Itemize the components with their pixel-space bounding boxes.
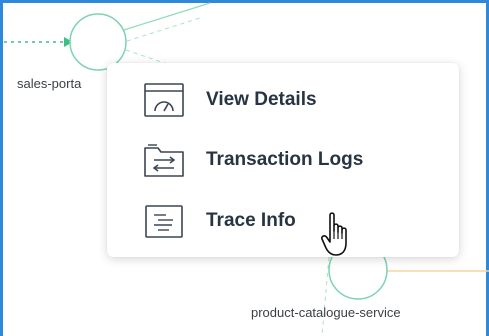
edge-outgoing-2 [126,17,201,42]
menu-item-label: View Details [206,89,317,110]
folder-arrows-icon [142,140,186,180]
hand-pointer-cursor-icon [321,212,347,256]
node-label-product-catalogue-service: product-catalogue-service [251,305,401,320]
edge-product-down [321,256,330,336]
context-menu: View Details Transaction Logs Trace Info [107,63,459,257]
menu-item-transaction-logs[interactable]: Transaction Logs [107,131,459,189]
menu-item-label: Transaction Logs [206,149,364,170]
gauge-window-icon [142,80,186,120]
node-sales-portal[interactable] [69,13,127,71]
menu-item-trace-info[interactable]: Trace Info [107,192,459,250]
edge-outgoing-1 [123,2,211,31]
menu-item-view-details[interactable]: View Details [107,71,459,129]
menu-item-label: Trace Info [206,210,296,231]
document-lines-icon [142,201,186,241]
node-label-sales-portal: sales-porta [17,76,82,91]
